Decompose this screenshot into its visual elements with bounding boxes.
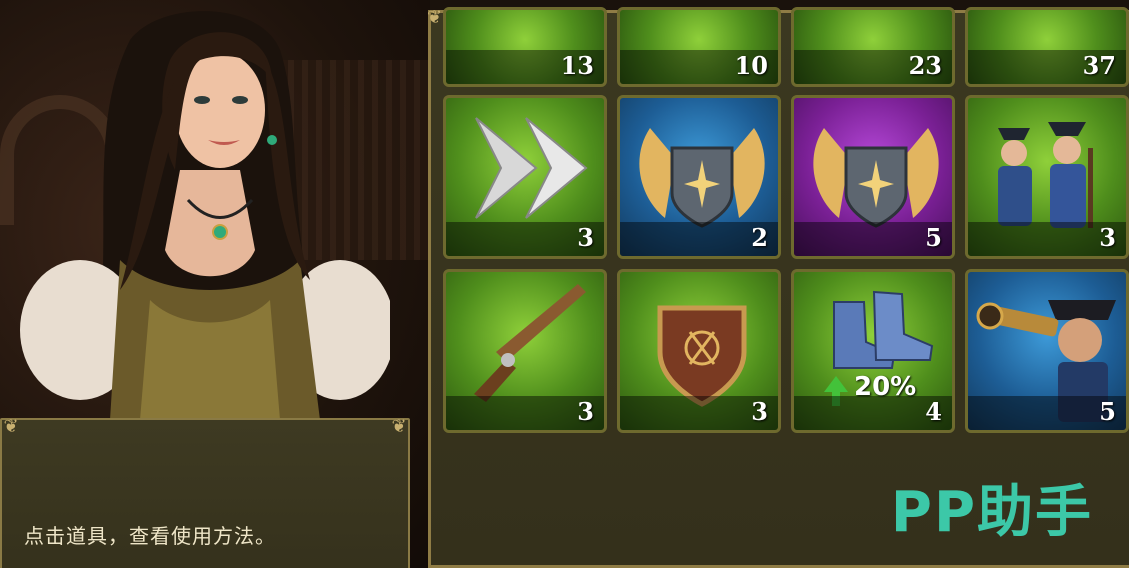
dialog-text: 点击道具，查看使用方法。 <box>24 524 276 548</box>
item-count: 3 <box>577 397 594 426</box>
item-count: 2 <box>751 223 768 252</box>
item-count: 23 <box>908 51 942 80</box>
item-count: 5 <box>925 223 942 252</box>
corner-ornament-icon: ❦ <box>427 7 443 28</box>
inventory-item-pistol[interactable]: 3 <box>443 269 607 433</box>
advisor-dialog: ❦ ❦ 点击道具，查看使用方法。 <box>0 416 410 568</box>
corner-ornament-icon: ❦ <box>391 416 407 437</box>
inventory-item[interactable]: 23 <box>791 7 955 87</box>
item-count: 3 <box>751 397 768 426</box>
inventory-item-captain[interactable]: 5 <box>965 269 1129 433</box>
advisor-portrait <box>20 11 390 420</box>
item-count: 3 <box>1099 223 1116 252</box>
inventory-item-shield-blue[interactable]: 2 <box>617 95 781 259</box>
inventory-item-speedup[interactable]: 3 <box>443 95 607 259</box>
item-count: 13 <box>560 51 594 80</box>
item-count: 4 <box>925 397 942 426</box>
inventory-item-soldiers[interactable]: 3 <box>965 95 1129 259</box>
inventory-item-shield-purple[interactable]: 5 <box>791 95 955 259</box>
item-count: 10 <box>734 51 768 80</box>
item-count: 37 <box>1082 51 1116 80</box>
item-count: 5 <box>1099 397 1116 426</box>
inventory-item[interactable]: 13 <box>443 7 607 87</box>
inventory-item[interactable]: 37 <box>965 7 1129 87</box>
inventory-item[interactable]: 10 <box>617 7 781 87</box>
watermark-logo: PP助手 <box>890 480 1093 545</box>
item-count: 3 <box>577 223 594 252</box>
inventory-item-boots[interactable]: 20% 4 <box>791 269 955 433</box>
inventory-item-crest-shield[interactable]: 3 <box>617 269 781 433</box>
corner-ornament-icon: ❦ <box>3 416 19 437</box>
